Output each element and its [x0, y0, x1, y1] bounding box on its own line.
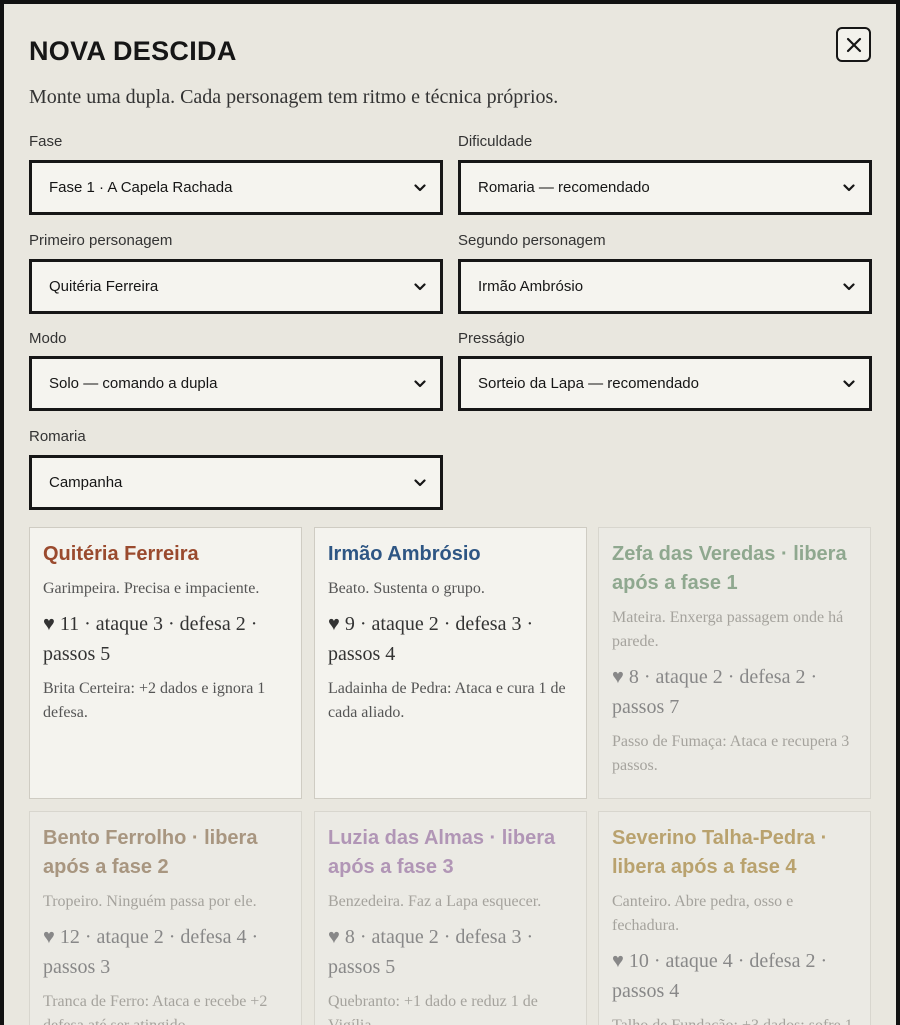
chevron-down-icon: [843, 183, 855, 191]
character-stats: ♥ 9 · ataque 2 · defesa 3 · passos 4: [328, 613, 534, 665]
chevron-down-icon: [414, 478, 426, 486]
omen-select[interactable]: Sorteio da Lapa — recomendado: [458, 356, 872, 411]
chevron-down-icon: [843, 379, 855, 387]
character-stats: ♥ 8 · ataque 2 · defesa 2 · passos 7: [612, 666, 818, 718]
difficulty-label: Dificuldade: [458, 133, 533, 150]
romaria-value: Campanha: [49, 474, 123, 491]
character-name: Zefa das Veredas · libera após a fase 1: [612, 543, 847, 594]
character-description: Canteiro. Abre pedra, osso e fechadura.: [612, 893, 794, 934]
second-character-label: Segundo personagem: [458, 232, 606, 249]
first-character-label: Primeiro personagem: [29, 232, 173, 249]
character-stats: ♥ 11 · ataque 3 · defesa 2 · passos 5: [43, 613, 258, 665]
character-skill: Tranca de Ferro: Ataca e recebe +2 defes…: [43, 993, 268, 1025]
character-stats: ♥ 10 · ataque 4 · defesa 2 · passos 4: [612, 950, 828, 1002]
mode-select[interactable]: Solo — comando a dupla: [29, 356, 443, 411]
dialog-title: NOVA DESCIDA: [29, 36, 237, 66]
character-card-quiteria[interactable]: Quitéria Ferreira Garimpeira. Precisa e …: [29, 527, 302, 799]
character-card-severino: Severino Talha-Pedra · libera após a fas…: [598, 811, 871, 1025]
romaria-label: Romaria: [29, 428, 86, 445]
omen-label: Presságio: [458, 330, 525, 347]
first-character-select[interactable]: Quitéria Ferreira: [29, 259, 443, 314]
character-skill: Quebranto: +1 dado e reduz 1 de Vigília.: [328, 993, 538, 1025]
character-name: Severino Talha-Pedra · libera após a fas…: [612, 827, 828, 878]
character-name: Irmão Ambrósio: [328, 543, 481, 565]
character-skill: Passo de Fumaça: Ataca e recupera 3 pass…: [612, 733, 850, 774]
phase-select[interactable]: Fase 1 · A Capela Rachada: [29, 160, 443, 215]
romaria-select[interactable]: Campanha: [29, 455, 443, 510]
second-character-value: Irmão Ambrósio: [478, 278, 584, 295]
dialog-subtitle: Monte uma dupla. Cada personagem tem rit…: [29, 86, 559, 108]
phase-value: Fase 1 · A Capela Rachada: [49, 179, 233, 196]
character-name: Quitéria Ferreira: [43, 543, 199, 565]
chevron-down-icon: [414, 282, 426, 290]
omen-value: Sorteio da Lapa — recomendado: [478, 375, 699, 392]
character-skill: Brita Certeira: +2 dados e ignora 1 defe…: [43, 680, 266, 721]
character-description: Mateira. Enxerga passagem onde há parede…: [612, 609, 844, 650]
character-card-bento: Bento Ferrolho · libera após a fase 2 Tr…: [29, 811, 302, 1025]
second-character-select[interactable]: Irmão Ambrósio: [458, 259, 872, 314]
mode-label: Modo: [29, 330, 67, 347]
character-description: Tropeiro. Ninguém passa por ele.: [43, 893, 257, 910]
character-card-ambrosio[interactable]: Irmão Ambrósio Beato. Sustenta o grupo. …: [314, 527, 587, 799]
close-icon: [846, 37, 861, 52]
mode-value: Solo — comando a dupla: [49, 375, 218, 392]
character-stats: ♥ 12 · ataque 2 · defesa 4 · passos 3: [43, 926, 259, 978]
phase-label: Fase: [29, 133, 63, 150]
close-button[interactable]: [836, 27, 871, 62]
character-name: Luzia das Almas · libera após a fase 3: [328, 827, 556, 878]
character-description: Benzedeira. Faz a Lapa esquecer.: [328, 893, 542, 910]
character-stats: ♥ 8 · ataque 2 · defesa 3 · passos 5: [328, 926, 534, 978]
character-name: Bento Ferrolho · libera após a fase 2: [43, 827, 258, 878]
chevron-down-icon: [414, 183, 426, 191]
new-descent-dialog: NOVA DESCIDA Monte uma dupla. Cada perso…: [4, 4, 896, 1025]
chevron-down-icon: [843, 282, 855, 290]
character-skill: Ladainha de Pedra: Ataca e cura 1 de cad…: [328, 680, 566, 721]
first-character-value: Quitéria Ferreira: [49, 278, 159, 295]
character-card-zefa: Zefa das Veredas · libera após a fase 1 …: [598, 527, 871, 799]
character-description: Garimpeira. Precisa e impaciente.: [43, 580, 260, 597]
character-card-luzia: Luzia das Almas · libera após a fase 3 B…: [314, 811, 587, 1025]
character-description: Beato. Sustenta o grupo.: [328, 580, 485, 597]
difficulty-select[interactable]: Romaria — recomendado: [458, 160, 872, 215]
chevron-down-icon: [414, 379, 426, 387]
difficulty-value: Romaria — recomendado: [478, 179, 650, 196]
character-skill: Talho de Fundação: +3 dados; sofre 1 de …: [612, 1014, 857, 1025]
